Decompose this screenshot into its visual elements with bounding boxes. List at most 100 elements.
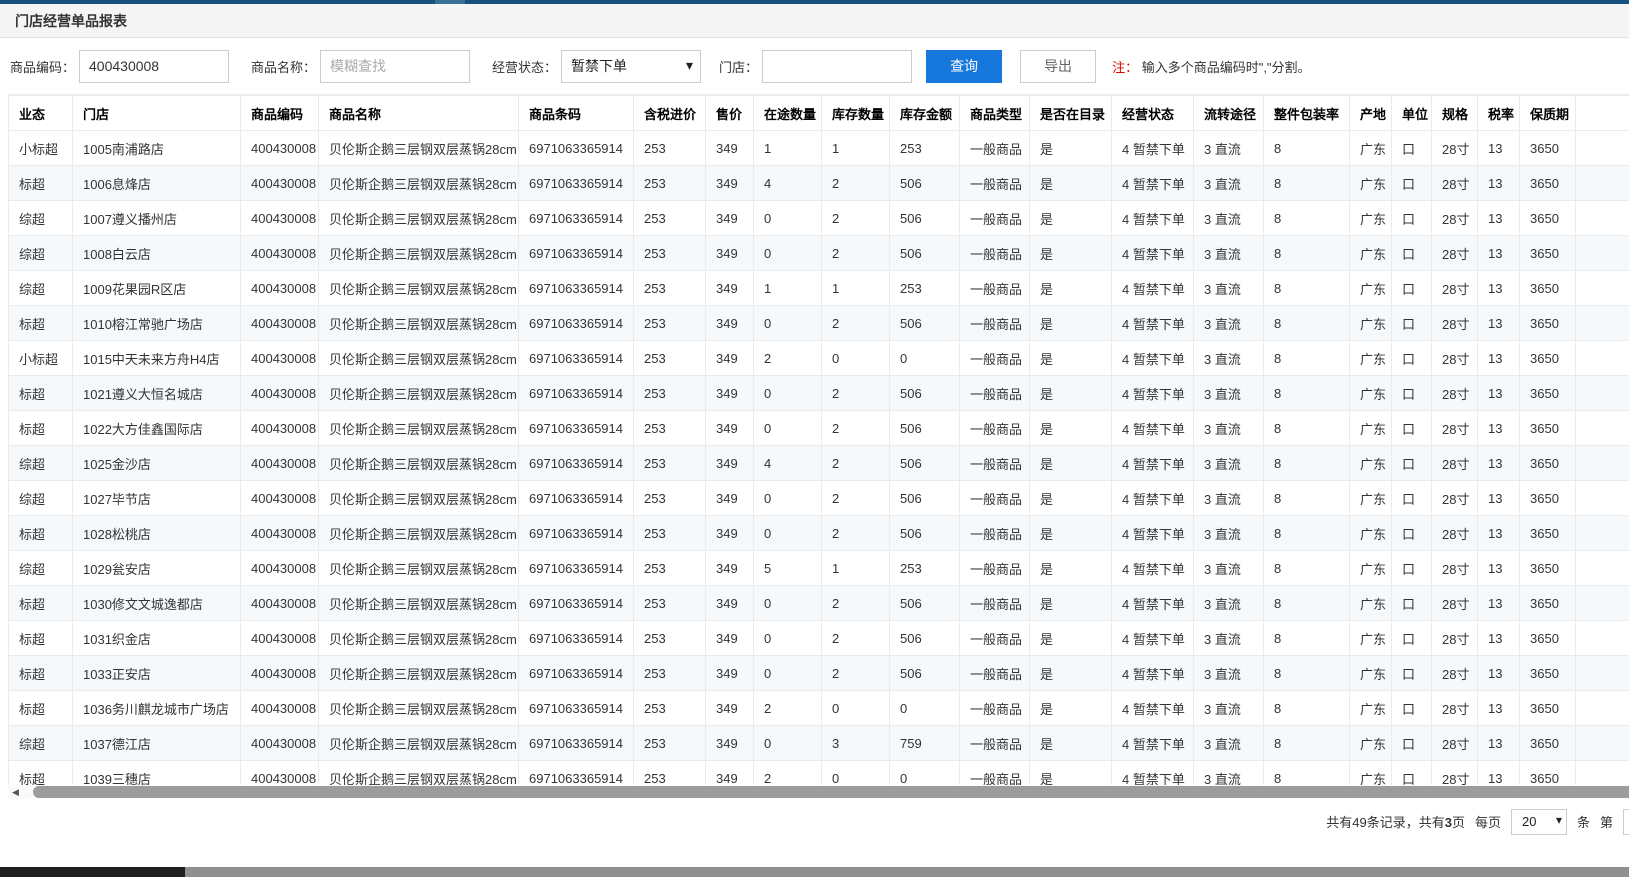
table-row[interactable]: 标超1006息烽店400430008贝伦斯企鹅三层钢双层蒸锅28cm697106… xyxy=(9,166,1629,201)
table-cell: 28寸 xyxy=(1432,166,1478,201)
table-cell: 1021遵义大恒名城店 xyxy=(73,376,241,411)
pagination-bar: 共有49条记录，共有3页 每页 20 条 第 xyxy=(0,805,1629,838)
table-row[interactable]: 综超1029瓮安店400430008贝伦斯企鹅三层钢双层蒸锅28cm697106… xyxy=(9,551,1629,586)
table-cell: 3650 xyxy=(1520,621,1576,656)
table-cell: 13 xyxy=(1478,166,1520,201)
table-cell: 28寸 xyxy=(1432,621,1478,656)
table-cell: 8 xyxy=(1264,131,1350,166)
table-cell: 349 xyxy=(706,516,754,551)
table-cell: 1027毕节店 xyxy=(73,481,241,516)
table-cell: 3 直流 xyxy=(1194,306,1264,341)
table-row[interactable]: 综超1007遵义播州店400430008贝伦斯企鹅三层钢双层蒸锅28cm6971… xyxy=(9,201,1629,236)
header-row: 业态门店商品编码商品名称商品条码含税进价售价在途数量库存数量库存金额商品类型是否… xyxy=(9,96,1629,131)
table-cell: 8 xyxy=(1264,446,1350,481)
table-row[interactable]: 小标超1005南浦路店400430008贝伦斯企鹅三层钢双层蒸锅28cm6971… xyxy=(9,131,1629,166)
table-cell: 是 xyxy=(1030,481,1112,516)
search-button[interactable]: 查询 xyxy=(926,50,1002,83)
page-horizontal-scrollbar[interactable] xyxy=(0,867,1629,877)
table-cell: 综超 xyxy=(9,201,73,236)
column-header: 商品类型 xyxy=(960,96,1030,131)
table-cell: 4 暂禁下单 xyxy=(1112,306,1194,341)
table-cell: 1028松桃店 xyxy=(73,516,241,551)
table-row[interactable]: 标超1028松桃店400430008贝伦斯企鹅三层钢双层蒸锅28cm697106… xyxy=(9,516,1629,551)
horizontal-scrollbar[interactable]: ◀ xyxy=(8,785,1629,799)
column-header: 税率 xyxy=(1478,96,1520,131)
table-cell: 6971063365914 xyxy=(519,271,634,306)
table-cell: 8 xyxy=(1264,656,1350,691)
table-cell: 8 xyxy=(1264,691,1350,726)
table-row[interactable]: 综超1037德江店400430008贝伦斯企鹅三层钢双层蒸锅28cm697106… xyxy=(9,726,1629,761)
table-row[interactable]: 标超1036务川麒龙城市广场店400430008贝伦斯企鹅三层钢双层蒸锅28cm… xyxy=(9,691,1629,726)
table-row[interactable]: 标超1010榕江常驰广场店400430008贝伦斯企鹅三层钢双层蒸锅28cm69… xyxy=(9,306,1629,341)
table-cell: 2 xyxy=(822,201,890,236)
product-code-input[interactable] xyxy=(79,50,229,83)
table-cell: 506 xyxy=(890,201,960,236)
table-row[interactable]: 综超1009花果园R区店400430008贝伦斯企鹅三层钢双层蒸锅28cm697… xyxy=(9,271,1629,306)
table-cell: 253 xyxy=(634,761,706,786)
table-cell: 13 xyxy=(1478,481,1520,516)
table-cell: 13 xyxy=(1478,586,1520,621)
table-cell: 2 xyxy=(822,516,890,551)
table-cell: 贝伦斯企鹅三层钢双层蒸锅28cm xyxy=(319,481,519,516)
table-cell: 8 xyxy=(1264,516,1350,551)
table-cell: 广东 xyxy=(1350,201,1392,236)
table-cell: 8 xyxy=(1264,586,1350,621)
export-button[interactable]: 导出 xyxy=(1020,50,1096,83)
page-number-input[interactable] xyxy=(1623,809,1629,835)
table-cell: 400430008 xyxy=(241,376,319,411)
table-cell: 4 暂禁下单 xyxy=(1112,586,1194,621)
table-cell: 是 xyxy=(1030,271,1112,306)
table-row[interactable]: 小标超1015中天未来方舟H4店400430008贝伦斯企鹅三层钢双层蒸锅28c… xyxy=(9,341,1629,376)
table-cell: 是 xyxy=(1030,446,1112,481)
table-cell: 1 xyxy=(822,551,890,586)
status-select[interactable]: 暂禁下单 xyxy=(561,50,701,83)
table-row[interactable]: 标超1022大方佳鑫国际店400430008贝伦斯企鹅三层钢双层蒸锅28cm69… xyxy=(9,411,1629,446)
table-cell: 0 xyxy=(890,341,960,376)
table-row[interactable]: 标超1033正安店400430008贝伦斯企鹅三层钢双层蒸锅28cm697106… xyxy=(9,656,1629,691)
table-cell: 广东 xyxy=(1350,516,1392,551)
table-cell: 0 xyxy=(754,306,822,341)
table-cell: 0 xyxy=(754,481,822,516)
table-cell: 253 xyxy=(634,411,706,446)
store-input[interactable] xyxy=(762,50,912,83)
table-cell: 口 xyxy=(1392,376,1432,411)
scroll-left-arrow-icon[interactable]: ◀ xyxy=(12,786,19,798)
table-row[interactable]: 标超1039三穗店400430008贝伦斯企鹅三层钢双层蒸锅28cm697106… xyxy=(9,761,1629,786)
table-cell: 2 xyxy=(822,166,890,201)
table-cell: 8 xyxy=(1264,761,1350,786)
table-cell: 是 xyxy=(1030,306,1112,341)
table-cell: 400430008 xyxy=(241,551,319,586)
table-cell: 一般商品 xyxy=(960,376,1030,411)
table-cell: 贝伦斯企鹅三层钢双层蒸锅28cm xyxy=(319,621,519,656)
table-cell: 6971063365914 xyxy=(519,201,634,236)
table-row[interactable]: 标超1030修文文城逸都店400430008贝伦斯企鹅三层钢双层蒸锅28cm69… xyxy=(9,586,1629,621)
horizontal-scrollbar-thumb[interactable] xyxy=(33,786,1629,798)
table-cell: 506 xyxy=(890,306,960,341)
table-cell: 400430008 xyxy=(241,271,319,306)
column-header: 在途数量 xyxy=(754,96,822,131)
table-row[interactable]: 标超1021遵义大恒名城店400430008贝伦斯企鹅三层钢双层蒸锅28cm69… xyxy=(9,376,1629,411)
table-cell: 是 xyxy=(1030,131,1112,166)
table-cell: 4 暂禁下单 xyxy=(1112,761,1194,786)
table-cell: 400430008 xyxy=(241,481,319,516)
table-cell: 1033正安店 xyxy=(73,656,241,691)
table-row[interactable]: 标超1031织金店400430008贝伦斯企鹅三层钢双层蒸锅28cm697106… xyxy=(9,621,1629,656)
table-cell: 一般商品 xyxy=(960,236,1030,271)
table-cell: 1025金沙店 xyxy=(73,446,241,481)
table-row[interactable]: 综超1008白云店400430008贝伦斯企鹅三层钢双层蒸锅28cm697106… xyxy=(9,236,1629,271)
table-cell: 253 xyxy=(634,376,706,411)
page-size-select[interactable]: 20 xyxy=(1511,809,1567,835)
table-cell: 2 xyxy=(822,481,890,516)
table-cell: 13 xyxy=(1478,236,1520,271)
product-name-input[interactable] xyxy=(320,50,470,83)
table-row[interactable]: 综超1025金沙店400430008贝伦斯企鹅三层钢双层蒸锅28cm697106… xyxy=(9,446,1629,481)
input-hint-note: 注： 输入多个商品编码时","分割。 xyxy=(1112,57,1310,76)
table-cell: 一般商品 xyxy=(960,131,1030,166)
table-row[interactable]: 综超1027毕节店400430008贝伦斯企鹅三层钢双层蒸锅28cm697106… xyxy=(9,481,1629,516)
table-cell: 口 xyxy=(1392,481,1432,516)
table-cell: 253 xyxy=(890,271,960,306)
table-cell: 28寸 xyxy=(1432,761,1478,786)
page-scrollbar-thumb[interactable] xyxy=(0,867,185,877)
table-cell: 小标超 xyxy=(9,131,73,166)
table-cell: 是 xyxy=(1030,201,1112,236)
